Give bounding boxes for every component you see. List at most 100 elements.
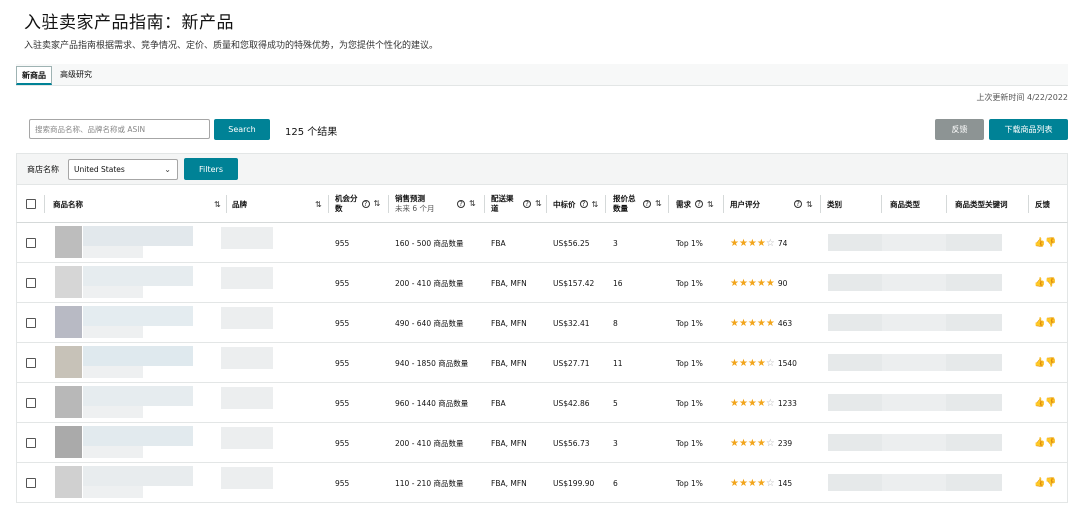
page-subtitle: 入驻卖家产品指南根据需求、竞争情况、定价、质量和您取得成功的特殊优势，为您提供个…	[24, 41, 439, 51]
product-name-redacted	[83, 326, 143, 338]
filter-bar: 商店名称 United States ⌄ Filters	[16, 153, 1068, 185]
sort-arrows-icon[interactable]: ⇅	[311, 185, 322, 223]
product-type-redacted	[882, 314, 946, 331]
product-name-redacted[interactable]	[83, 466, 193, 486]
search-button[interactable]: Search	[214, 119, 270, 140]
product-name-redacted[interactable]	[83, 226, 193, 246]
col-total-offers[interactable]: 报价总 数量 ? ⇅	[613, 185, 662, 223]
col-demand[interactable]: 需求 ? ⇅	[676, 185, 714, 223]
sort-arrows-icon[interactable]: ⇅	[374, 199, 381, 209]
keywords-redacted	[946, 474, 1002, 491]
demand: Top 1%	[676, 318, 703, 328]
review-count: 74	[777, 238, 788, 248]
median-price: US$199.90	[553, 478, 595, 488]
product-name-redacted[interactable]	[83, 266, 193, 286]
category-redacted	[828, 234, 882, 251]
product-image[interactable]	[55, 466, 82, 498]
info-icon[interactable]: ?	[361, 200, 370, 208]
user-rating: ★★★★☆ 145	[730, 463, 792, 503]
demand: Top 1%	[676, 278, 703, 288]
row-checkbox[interactable]	[26, 318, 36, 328]
product-image[interactable]	[55, 386, 82, 418]
info-icon[interactable]: ?	[643, 200, 651, 208]
row-checkbox[interactable]	[26, 438, 36, 448]
sort-arrows-icon[interactable]: ⇅	[707, 200, 714, 209]
thumbs-up-down-icon[interactable]: 👍👎	[1034, 343, 1056, 383]
category-redacted	[828, 474, 882, 491]
product-image[interactable]	[55, 226, 82, 258]
row-checkbox[interactable]	[26, 278, 36, 288]
thumbs-up-down-icon[interactable]: 👍👎	[1034, 423, 1056, 463]
thumbs-up-down-icon[interactable]: 👍👎	[1034, 463, 1056, 503]
info-icon[interactable]: ?	[523, 200, 531, 208]
product-image[interactable]	[55, 306, 82, 338]
col-fulfillment-channel[interactable]: 配送渠道 ? ⇅	[491, 185, 542, 223]
col-category[interactable]: 类别	[827, 185, 842, 223]
download-list-button[interactable]: 下载商品列表	[989, 119, 1068, 140]
sort-arrows-icon[interactable]: ⇅	[469, 199, 476, 209]
median-price: US$27.71	[553, 358, 590, 368]
product-name-redacted[interactable]	[83, 426, 193, 446]
star-rating-icon: ★★★★☆	[730, 477, 775, 489]
row-checkbox[interactable]	[26, 398, 36, 408]
product-name-redacted	[83, 246, 143, 258]
category-redacted	[828, 274, 882, 291]
product-name-redacted[interactable]	[83, 386, 193, 406]
sort-arrows-icon[interactable]: ⇅	[210, 185, 221, 223]
col-product-name[interactable]: 商品名称	[53, 185, 83, 223]
keywords-redacted	[946, 354, 1002, 371]
opportunity-score: 955	[335, 358, 350, 368]
row-checkbox[interactable]	[26, 238, 36, 248]
col-sales-forecast[interactable]: 销售预测 未来 6 个月 ? ⇅	[395, 185, 476, 223]
tab-new-products[interactable]: 新商品	[16, 66, 52, 85]
table-row[interactable]: 955 200 - 410 商品数量 FBA, MFN US$56.73 3 Top 1%…	[16, 423, 1068, 463]
table-row[interactable]: 955 940 - 1850 商品数量 FBA, MFN US$27.71 11 Top …	[16, 343, 1068, 383]
info-icon[interactable]: ?	[695, 200, 703, 208]
total-offers: 11	[613, 358, 623, 368]
col-user-rating[interactable]: 用户评分 ? ⇅	[730, 185, 813, 223]
filters-button[interactable]: Filters	[184, 158, 238, 180]
search-input[interactable]	[29, 119, 210, 139]
table-row[interactable]: 955 200 - 410 商品数量 FBA, MFN US$157.42 16 Top …	[16, 263, 1068, 303]
thumbs-up-down-icon[interactable]: 👍👎	[1034, 223, 1056, 263]
column-divider	[946, 195, 947, 213]
col-product-type-keywords[interactable]: 商品类型关键词	[955, 185, 1008, 223]
table-row[interactable]: 955 160 - 500 商品数量 FBA US$56.25 3 Top 1% ★★★★☆…	[16, 223, 1068, 263]
col-brand[interactable]: 品牌	[232, 185, 247, 223]
table-body: 955 160 - 500 商品数量 FBA US$56.25 3 Top 1% ★★★★☆…	[16, 223, 1068, 503]
sort-arrows-icon[interactable]: ⇅	[655, 199, 662, 209]
col-product-type[interactable]: 商品类型	[890, 185, 920, 223]
sort-arrows-icon[interactable]: ⇅	[535, 199, 542, 209]
thumbs-up-down-icon[interactable]: 👍👎	[1034, 303, 1056, 343]
product-image[interactable]	[55, 426, 82, 458]
table-row[interactable]: 955 490 - 640 商品数量 FBA, MFN US$32.41 8 Top 1%…	[16, 303, 1068, 343]
row-checkbox-cell	[26, 263, 36, 303]
row-checkbox[interactable]	[26, 358, 36, 368]
table-row[interactable]: 955 110 - 210 商品数量 FBA, MFN US$199.90 6 Top 1…	[16, 463, 1068, 503]
last-updated: 上次更新时间 4/22/2022	[976, 93, 1068, 102]
col-opportunity-score[interactable]: 机会分数 ? ⇅	[335, 185, 380, 223]
feedback-button[interactable]: 反馈	[935, 119, 984, 140]
product-name-redacted	[83, 286, 143, 298]
sales-forecast: 200 - 410 商品数量	[395, 278, 464, 288]
info-icon[interactable]: ?	[794, 200, 802, 208]
thumbs-up-down-icon[interactable]: 👍👎	[1034, 263, 1056, 303]
info-icon[interactable]: ?	[579, 200, 588, 208]
product-name-redacted[interactable]	[83, 346, 193, 366]
product-image[interactable]	[55, 266, 82, 298]
tab-advanced-research[interactable]: 高级研究	[56, 66, 96, 85]
col-median-price[interactable]: 中标价 ? ⇅	[553, 185, 598, 223]
row-checkbox[interactable]	[26, 478, 36, 488]
product-image[interactable]	[55, 346, 82, 378]
table-row[interactable]: 955 960 - 1440 商品数量 FBA US$42.86 5 Top 1% ★★★★…	[16, 383, 1068, 423]
select-all-checkbox[interactable]	[26, 199, 36, 209]
thumbs-up-down-icon[interactable]: 👍👎	[1034, 383, 1056, 423]
user-rating: ★★★★★ 90	[730, 263, 787, 303]
info-icon[interactable]: ?	[457, 200, 465, 208]
product-name-redacted	[83, 406, 143, 418]
sort-arrows-icon[interactable]: ⇅	[806, 200, 813, 209]
total-offers: 5	[613, 398, 618, 408]
product-name-redacted[interactable]	[83, 306, 193, 326]
sort-arrows-icon[interactable]: ⇅	[592, 200, 599, 209]
store-select[interactable]: United States ⌄	[68, 159, 178, 180]
